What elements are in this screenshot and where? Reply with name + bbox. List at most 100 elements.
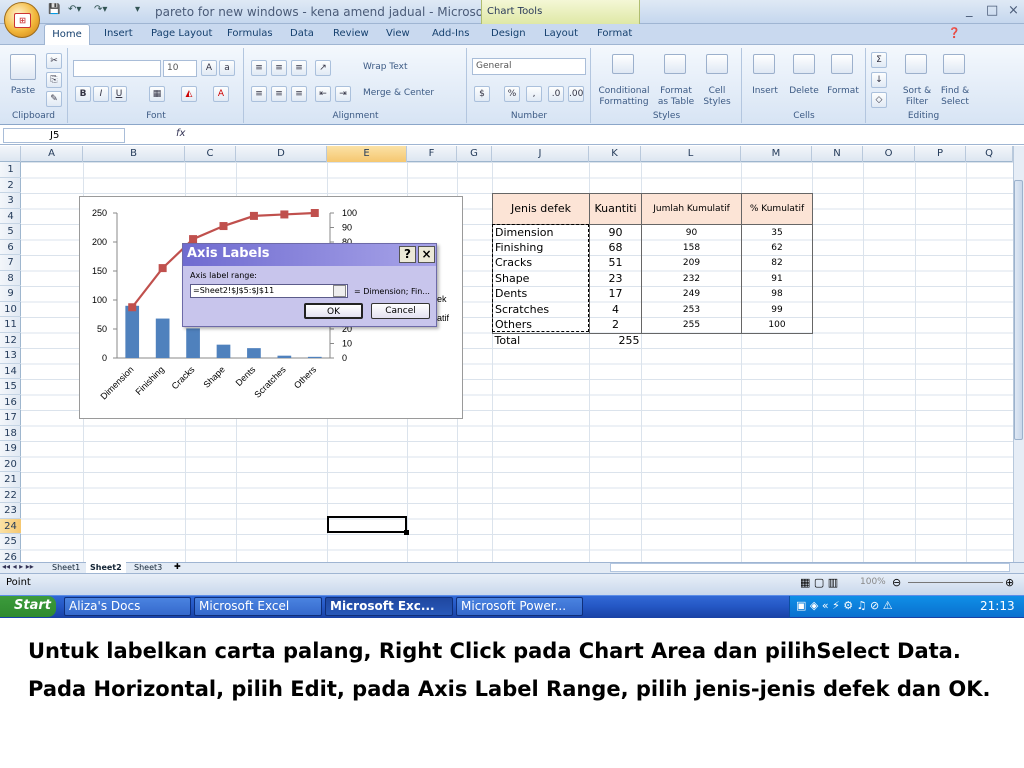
header-percent-kumulatif[interactable]: % Kumulatif	[741, 193, 813, 225]
tray-icons[interactable]: ▣ ◈ « ⚡ ⚙ ♫ ⊘ ⚠	[796, 599, 893, 612]
font-color-icon[interactable]: A	[213, 86, 229, 102]
tab-format[interactable]: Format	[597, 28, 632, 39]
sort-filter-button[interactable]: Sort & Filter	[899, 86, 935, 108]
grow-font-icon[interactable]: A	[201, 60, 217, 76]
taskbar-item-excel[interactable]: Microsoft Excel	[194, 597, 322, 616]
table-cell[interactable]: 255	[641, 317, 742, 334]
paste-button[interactable]: Paste	[8, 86, 38, 97]
decrease-decimal-icon[interactable]: .00	[568, 86, 584, 102]
row-header[interactable]: 1	[0, 162, 21, 178]
sort-filter-icon[interactable]	[905, 54, 927, 74]
row-header[interactable]: 20	[0, 457, 21, 472]
tab-formulas[interactable]: Formulas	[227, 28, 273, 39]
row-header[interactable]: 3	[0, 193, 21, 209]
align-top-icon[interactable]: ≡	[251, 60, 267, 76]
sheet-tab-active[interactable]: Sheet2	[86, 562, 126, 573]
format-as-table-button[interactable]: Format as Table	[654, 86, 698, 108]
taskbar-item-powerpoint[interactable]: Microsoft Power...	[456, 597, 583, 616]
comma-icon[interactable]: ,	[526, 86, 542, 102]
table-cell[interactable]: 62	[741, 240, 813, 256]
table-cell[interactable]: 51	[589, 255, 642, 271]
row-header[interactable]: 9	[0, 286, 21, 302]
align-middle-icon[interactable]: ≡	[271, 60, 287, 76]
table-cell[interactable]: 90	[589, 224, 642, 240]
column-header[interactable]: D	[236, 146, 327, 162]
tab-data[interactable]: Data	[290, 28, 314, 39]
row-header[interactable]: 8	[0, 271, 21, 286]
merge-center-button[interactable]: Merge & Center	[363, 88, 434, 99]
fx-icon[interactable]: fx	[176, 128, 185, 139]
row-header[interactable]: 16	[0, 395, 21, 410]
orientation-icon[interactable]: ↗	[315, 60, 331, 76]
table-cell[interactable]: 17	[589, 286, 642, 302]
wrap-text-button[interactable]: Wrap Text	[363, 62, 408, 73]
tab-review[interactable]: Review	[333, 28, 369, 39]
increase-decimal-icon[interactable]: .0	[548, 86, 564, 102]
column-header[interactable]: O	[863, 146, 915, 162]
row-header[interactable]: 25	[0, 534, 21, 550]
maximize-button[interactable]: □	[986, 3, 998, 18]
format-as-table-icon[interactable]	[664, 54, 686, 74]
header-jenis-defek[interactable]: Jenis defek	[492, 193, 590, 225]
row-header[interactable]: 19	[0, 441, 21, 457]
paste-icon[interactable]	[10, 54, 36, 80]
insert-cells-icon[interactable]	[753, 54, 775, 74]
table-cell[interactable]: 158	[641, 240, 742, 256]
percent-icon[interactable]: %	[504, 86, 520, 102]
help-icon[interactable]: ❓	[948, 28, 960, 39]
table-cell[interactable]: 23	[589, 271, 642, 287]
dialog-help-button[interactable]: ?	[399, 246, 416, 263]
cancel-button[interactable]: Cancel	[371, 303, 430, 319]
table-cell[interactable]: 100	[741, 317, 813, 334]
align-left-icon[interactable]: ≡	[251, 86, 267, 102]
row-header[interactable]: 21	[0, 472, 21, 488]
customize-toolbar-icon[interactable]: ▾	[135, 4, 140, 15]
dialog-close-button[interactable]: ×	[418, 246, 435, 263]
table-cell[interactable]: 68	[589, 240, 642, 256]
align-right-icon[interactable]: ≡	[291, 86, 307, 102]
row-header[interactable]: 11	[0, 317, 21, 333]
total-label[interactable]: Total	[492, 332, 590, 349]
find-select-button[interactable]: Find & Select	[937, 86, 973, 108]
sheet-tab[interactable]: Sheet3	[130, 562, 166, 573]
row-header[interactable]: 6	[0, 240, 21, 255]
insert-cells-button[interactable]: Insert	[747, 86, 783, 97]
row-header[interactable]: 17	[0, 410, 21, 426]
table-cell[interactable]: 253	[641, 302, 742, 318]
accounting-icon[interactable]: $	[474, 86, 490, 102]
table-cell[interactable]: 98	[741, 286, 813, 302]
tab-add-ins[interactable]: Add-Ins	[432, 28, 469, 39]
column-header[interactable]: L	[641, 146, 741, 162]
column-header[interactable]: E	[327, 146, 407, 162]
row-header[interactable]: 12	[0, 333, 21, 348]
row-header[interactable]: 4	[0, 209, 21, 224]
column-header[interactable]: K	[589, 146, 641, 162]
horizontal-scrollbar[interactable]	[610, 563, 1010, 572]
select-all-corner[interactable]	[0, 146, 21, 162]
row-header[interactable]: 14	[0, 364, 21, 379]
row-header[interactable]: 22	[0, 488, 21, 503]
borders-icon[interactable]: ▦	[149, 86, 165, 102]
cut-icon[interactable]: ✂	[46, 53, 62, 69]
column-header[interactable]: F	[407, 146, 457, 162]
align-bottom-icon[interactable]: ≡	[291, 60, 307, 76]
table-cell[interactable]: 2	[589, 317, 642, 334]
ok-button[interactable]: OK	[304, 303, 363, 319]
decrease-indent-icon[interactable]: ⇤	[315, 86, 331, 102]
table-cell[interactable]: 90	[641, 224, 742, 240]
scrollbar-thumb[interactable]	[1014, 180, 1023, 440]
start-button[interactable]: Start	[0, 596, 56, 617]
cell-styles-icon[interactable]	[706, 54, 728, 74]
axis-label-range-input[interactable]: =Sheet2!$J$5:$J$11	[190, 284, 348, 298]
insert-sheet-icon[interactable]: ✚	[174, 562, 181, 571]
fill-handle[interactable]	[404, 530, 409, 535]
table-cell[interactable]: 91	[741, 271, 813, 287]
tab-view[interactable]: View	[386, 28, 410, 39]
fill-icon[interactable]: ↓	[871, 72, 887, 88]
close-button[interactable]: ×	[1008, 3, 1019, 18]
zoom-in-icon[interactable]: ⊕	[1005, 576, 1014, 589]
table-cell[interactable]: 82	[741, 255, 813, 271]
redo-icon[interactable]: ↷▾	[94, 4, 107, 15]
range-picker-icon[interactable]	[333, 285, 346, 297]
minimize-button[interactable]: _	[966, 3, 973, 18]
